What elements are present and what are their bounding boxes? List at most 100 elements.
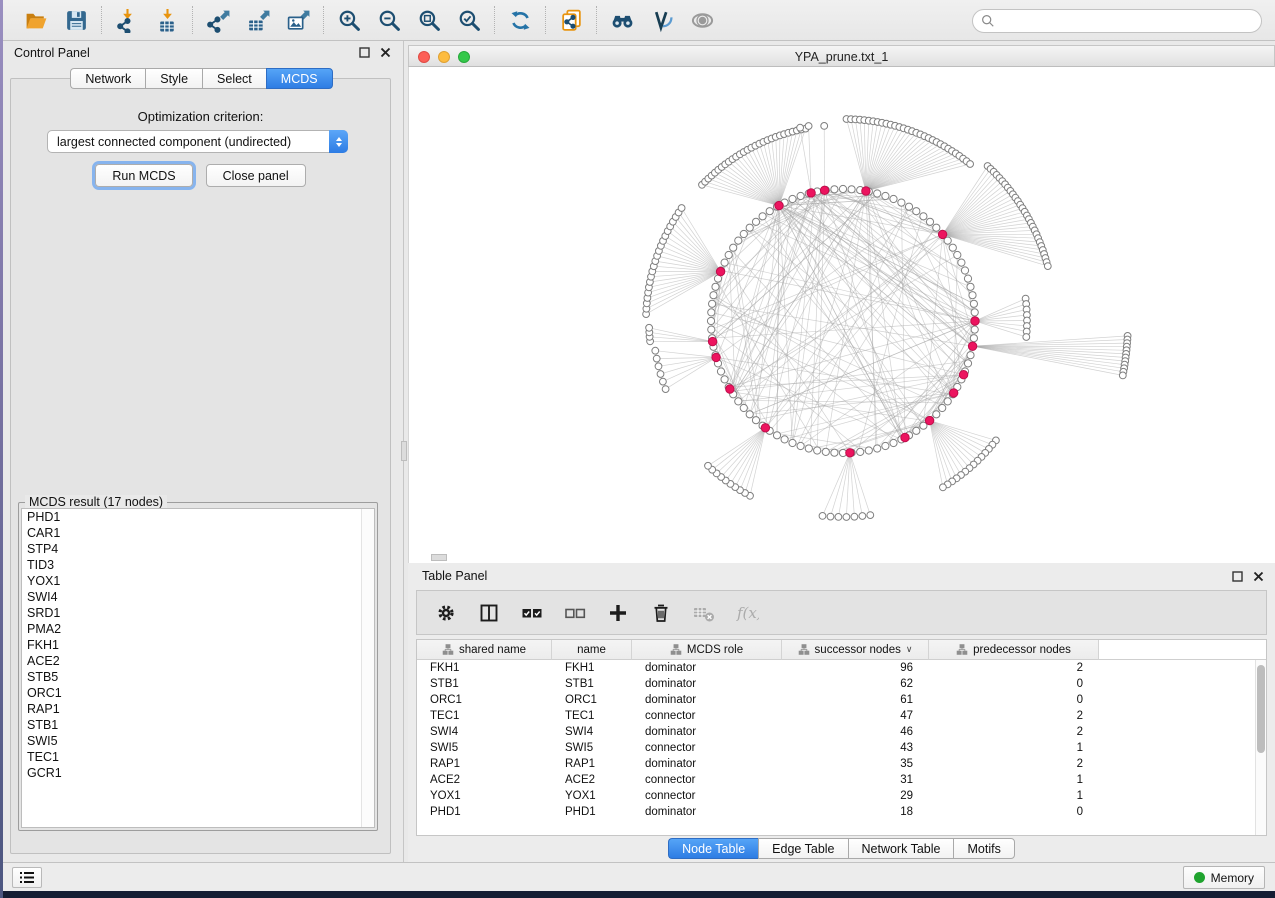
mcds-result-node[interactable]: STP4 [22,541,374,557]
mcds-result-node[interactable]: STB5 [22,669,374,685]
mcds-result-node[interactable]: SWI5 [22,733,374,749]
cell-successors: 47 [782,710,929,722]
column-header-name[interactable]: name [552,640,632,660]
combo-stepper-icon [329,130,348,153]
run-mcds-button[interactable]: Run MCDS [95,164,192,187]
shared-column-icon [442,643,454,656]
task-history-button[interactable] [12,867,42,888]
table-row[interactable]: STB1STB1dominator620 [417,676,1255,692]
cell-mcds-role: connector [632,790,782,802]
table-row[interactable]: ORC1ORC1dominator610 [417,692,1255,708]
memory-button[interactable]: Memory [1183,866,1265,889]
tab-edge-table[interactable]: Edge Table [758,838,847,859]
tab-mcds[interactable]: MCDS [266,68,333,89]
column-header-MCDS-role[interactable]: MCDS role [632,640,782,660]
splitter-grip[interactable] [401,441,407,461]
cell-mcds-role: dominator [632,726,782,738]
table-row[interactable]: TEC1TEC1connector472 [417,708,1255,724]
mcds-result-node[interactable]: ACE2 [22,653,374,669]
cell-mcds-role: dominator [632,694,782,706]
close-panel-icon[interactable] [379,46,392,59]
table-row[interactable]: YOX1YOX1connector291 [417,788,1255,804]
export-network-icon[interactable] [204,6,232,34]
mcds-result-node[interactable]: GCR1 [22,765,374,781]
tab-style[interactable]: Style [145,68,202,89]
save-icon[interactable] [62,6,90,34]
delete-column-icon[interactable] [648,600,674,626]
import-table-icon[interactable] [153,6,181,34]
tab-network[interactable]: Network [70,68,145,89]
import-network-icon[interactable] [113,6,141,34]
column-label: predecessor nodes [973,644,1071,656]
graphics-details-icon[interactable] [648,6,676,34]
table-row[interactable]: ACE2ACE2connector311 [417,772,1255,788]
mcds-result-node[interactable]: CAR1 [22,525,374,541]
cell-mcds-role: connector [632,774,782,786]
control-panel: Control Panel NetworkStyleSelectMCDS Opt… [3,41,400,862]
network-graph[interactable] [409,67,1275,563]
table-scrollbar-thumb[interactable] [1257,665,1265,753]
table-row[interactable]: FKH1FKH1dominator962 [417,660,1255,676]
shared-column-icon [956,643,968,656]
table-settings-icon[interactable] [433,600,459,626]
zoom-out-icon[interactable] [375,6,403,34]
clone-network-icon[interactable] [557,6,585,34]
show-hide-graphics-icon[interactable] [688,6,716,34]
export-image-icon[interactable] [284,6,312,34]
optimization-criterion-select[interactable]: largest connected component (undirected) [47,130,348,153]
mcds-result-node[interactable]: PHD1 [22,509,374,525]
mcds-list-scrollbar[interactable] [361,509,374,827]
mcds-result-node[interactable]: PMA2 [22,621,374,637]
add-column-icon[interactable] [605,600,631,626]
column-header-successor-nodes[interactable]: successor nodes∨ [782,640,929,660]
tab-select[interactable]: Select [202,68,266,89]
table-row[interactable]: RAP1RAP1dominator352 [417,756,1255,772]
vertical-splitter[interactable] [400,41,408,862]
network-search-box[interactable] [972,9,1262,33]
mcds-result-node[interactable]: TID3 [22,557,374,573]
search-network-icon[interactable] [608,6,636,34]
table-tabs: Node TableEdge TableNetwork TableMotifs [668,838,1015,859]
mcds-result-node[interactable]: RAP1 [22,701,374,717]
mcds-result-node[interactable]: ORC1 [22,685,374,701]
cell-successors: 96 [782,662,929,674]
network-canvas[interactable] [408,67,1275,563]
control-panel-title: Control Panel [14,46,90,60]
tab-motifs[interactable]: Motifs [953,838,1014,859]
tab-node-table[interactable]: Node Table [668,838,758,859]
cell-name: RAP1 [552,758,632,770]
mcds-result-node[interactable]: SWI4 [22,589,374,605]
table-row[interactable]: SWI5SWI5connector431 [417,740,1255,756]
mcds-result-node[interactable]: YOX1 [22,573,374,589]
export-table-icon[interactable] [244,6,272,34]
mcds-result-node[interactable]: TEC1 [22,749,374,765]
network-window-titlebar[interactable]: YPA_prune.txt_1 [408,45,1275,67]
search-input[interactable] [1000,14,1261,28]
control-panel-header: Control Panel [3,41,400,65]
table-row[interactable]: PHD1PHD1dominator180 [417,804,1255,820]
cell-shared-name: ORC1 [417,694,552,706]
table-scrollbar[interactable] [1255,660,1266,835]
column-header-shared-name[interactable]: shared name [417,640,552,660]
zoom-in-icon[interactable] [335,6,363,34]
zoom-fit-icon[interactable] [415,6,443,34]
tab-network-table[interactable]: Network Table [848,838,954,859]
select-all-icon[interactable] [519,600,545,626]
zoom-selected-icon[interactable] [455,6,483,34]
column-header-predecessor-nodes[interactable]: predecessor nodes [929,640,1099,660]
mcds-result-list[interactable]: PHD1CAR1STP4TID3YOX1SWI4SRD1PMA2FKH1ACE2… [21,508,375,828]
column-chooser-icon[interactable] [476,600,502,626]
close-panel-button[interactable]: Close panel [206,164,306,187]
table-row[interactable]: SWI4SWI4dominator462 [417,724,1255,740]
cell-name: ACE2 [552,774,632,786]
horizontal-splitter[interactable] [431,554,447,561]
float-table-panel-icon[interactable] [1231,570,1244,583]
refresh-layout-icon[interactable] [506,6,534,34]
close-table-panel-icon[interactable] [1252,570,1265,583]
float-panel-icon[interactable] [358,46,371,59]
mcds-result-node[interactable]: SRD1 [22,605,374,621]
mcds-result-node[interactable]: STB1 [22,717,374,733]
open-file-icon[interactable] [22,6,50,34]
mcds-result-node[interactable]: FKH1 [22,637,374,653]
deselect-all-icon[interactable] [562,600,588,626]
